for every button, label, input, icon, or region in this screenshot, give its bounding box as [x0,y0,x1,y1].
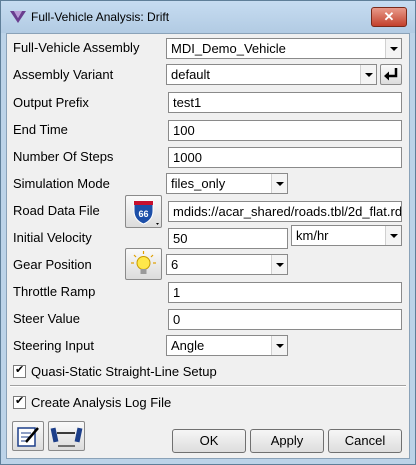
road-label: Road Data File [13,203,100,218]
chevron-down-icon[interactable] [360,65,376,84]
variant-label: Assembly Variant [13,67,114,82]
velocity-unit-value: km/hr [296,228,329,243]
close-button[interactable]: ✕ [371,7,407,27]
prefix-label: Output Prefix [13,95,89,110]
steps-label: Number Of Steps [13,149,114,164]
quasi-static-label[interactable]: Quasi-Static Straight-Line Setup [31,364,217,379]
gear-label: Gear Position [13,257,92,272]
svg-text:66: 66 [138,209,148,219]
output-prefix-input[interactable]: test1 [168,92,402,113]
road-builder-button[interactable] [48,421,85,451]
chevron-down-icon[interactable] [385,226,401,245]
quasi-static-checkbox[interactable] [13,363,26,378]
simulation-mode-select[interactable]: files_only [166,173,288,194]
road-data-file-input[interactable]: mdids://acar_shared/roads.tbl/2d_flat.rd… [168,201,402,222]
assembly-label: Full-Vehicle Assembly [13,40,140,55]
steering-input-value: Angle [171,338,205,353]
end-time-input[interactable]: 100 [168,120,402,141]
window-title: Full-Vehicle Analysis: Drift [31,10,170,24]
ok-button[interactable]: OK [172,429,246,453]
variant-value: default [171,67,211,82]
log-file-label[interactable]: Create Analysis Log File [31,395,171,410]
assembly-value: MDI_Demo_Vehicle [171,41,286,56]
gear-value: 6 [171,257,179,272]
vehicle-axle-icon [50,427,83,447]
log-file-checkbox[interactable] [13,394,26,409]
edit-notepad-icon [17,427,39,447]
chevron-down-icon[interactable] [385,39,401,58]
road-browse-button[interactable]: 66 [125,195,162,228]
variant-select[interactable]: default [166,64,377,85]
initial-velocity-input[interactable]: 50 [168,228,288,249]
chevron-down-icon[interactable] [271,255,287,274]
apply-variant-button[interactable] [380,64,402,85]
end-time-label: End Time [13,122,68,137]
chevron-down-icon[interactable] [271,336,287,355]
gear-position-select[interactable]: 6 [166,254,288,275]
edit-data-button[interactable] [12,421,44,451]
gear-hint-button[interactable] [125,248,162,280]
steer-value-input[interactable]: 0 [168,309,402,330]
sim-mode-label: Simulation Mode [13,176,110,191]
number-of-steps-input[interactable]: 1000 [168,147,402,168]
steering-input-select[interactable]: Angle [166,335,288,356]
velocity-unit-select[interactable]: km/hr [291,225,402,246]
divider [10,385,406,387]
steering-input-label: Steering Input [13,338,94,353]
assembly-select[interactable]: MDI_Demo_Vehicle [166,38,402,59]
dialog-window: Full-Vehicle Analysis: Drift ✕ Full-Vehi… [0,0,416,465]
apply-button[interactable]: Apply [250,429,324,453]
sim-mode-value: files_only [171,176,226,191]
enter-arrow-icon [384,68,398,81]
dialog-body: Full-Vehicle Assembly MDI_Demo_Vehicle A… [6,33,410,459]
velocity-label: Initial Velocity [13,230,92,245]
throttle-ramp-input[interactable]: 1 [168,282,402,303]
road-sign-icon: 66 [133,200,159,225]
cancel-button[interactable]: Cancel [328,429,402,453]
steer-label: Steer Value [13,311,80,326]
lightbulb-icon [131,251,156,274]
throttle-label: Throttle Ramp [13,284,96,299]
chevron-down-icon[interactable] [271,174,287,193]
title-bar[interactable]: Full-Vehicle Analysis: Drift ✕ [1,1,415,33]
adams-app-icon [10,11,26,23]
